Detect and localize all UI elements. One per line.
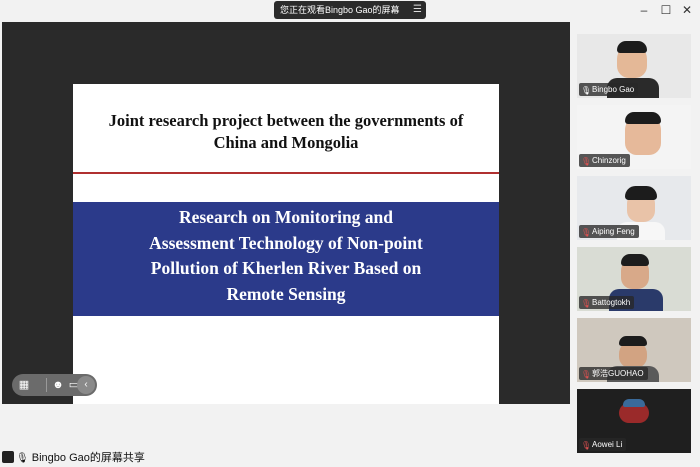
participant-tile[interactable]: 🎙Battogtokh (577, 247, 691, 311)
screen-share-icon (2, 451, 14, 463)
project-title-line-1: Research on Monitoring and (178, 207, 394, 227)
participant-video-hair (623, 399, 645, 407)
mic-muted-icon: 🎙 (581, 370, 592, 379)
screen-share-label: 🎙 Bingbo Gao的屏幕共享 (2, 450, 145, 466)
mic-icon: 🎙 (16, 453, 29, 464)
participant-name: Bingbo Gao (592, 85, 635, 94)
participant-tile[interactable]: 🎙Chinzorig (577, 105, 691, 169)
grid-layout-icon[interactable]: ▦ (16, 377, 32, 393)
participant-name-tag: 🎙Bingbo Gao (579, 83, 639, 96)
view-toolbar: ▦ ☻ ▭ ‹ (12, 374, 97, 396)
mic-muted-icon: 🎙 (581, 299, 592, 308)
participant-name-tag: 🎙Chinzorig (579, 154, 630, 167)
participant-video-hair (619, 336, 647, 346)
chevron-left-icon[interactable]: ‹ (77, 376, 95, 394)
participant-tile[interactable]: 🎙郭浩GUOHAO (577, 318, 691, 382)
emoji-icon[interactable]: ☻ (50, 377, 66, 393)
participant-name: Chinzorig (592, 156, 626, 165)
participant-name: Aowei Li (592, 440, 623, 449)
participant-video-hair (625, 112, 661, 124)
participant-name-tag: 🎙郭浩GUOHAO (579, 367, 648, 380)
mic-on-icon: 🎙 (581, 86, 592, 95)
project-title: Research on Monitoring and Assessment Te… (73, 205, 499, 307)
share-notice-text: 您正在观看Bingbo Gao的屏幕 (280, 5, 400, 15)
slide-title-line-2: China and Mongolia (213, 133, 359, 152)
project-title-line-4: Remote Sensing (226, 283, 346, 304)
project-title-line-2: Assessment Technology of Non-point (149, 232, 423, 253)
screen-share-notice[interactable]: 您正在观看Bingbo Gao的屏幕 ☰ (274, 1, 426, 19)
title-divider (73, 172, 499, 174)
participant-video-hair (625, 186, 657, 200)
close-icon[interactable]: ✕ (679, 3, 695, 17)
maximize-icon[interactable]: ☐ (658, 3, 674, 17)
participant-tile[interactable]: 🎙Aiping Feng (577, 176, 691, 240)
mic-muted-icon: 🎙 (581, 157, 592, 166)
participant-name-tag: 🎙Aowei Li (579, 438, 627, 451)
shared-screen-area[interactable]: Joint research project between the gover… (2, 22, 570, 404)
list-menu-icon[interactable]: ☰ (413, 1, 422, 19)
meeting-window: 您正在观看Bingbo Gao的屏幕 ☰ – ☐ ✕ Joint researc… (0, 0, 700, 467)
participant-name-tag: 🎙Aiping Feng (579, 225, 639, 238)
participant-gallery: 🎙Bingbo Gao 🎙Chinzorig 🎙Aiping Feng 🎙Bat… (572, 22, 700, 467)
slide-title: Joint research project between the gover… (73, 110, 499, 154)
participant-tile[interactable]: 🎙Aowei Li (577, 389, 691, 453)
mic-muted-icon: 🎙 (581, 228, 592, 237)
minimize-icon[interactable]: – (636, 3, 652, 17)
participant-video-hair (621, 254, 649, 266)
screen-share-label-text: Bingbo Gao的屏幕共享 (31, 452, 145, 464)
participant-name-tag: 🎙Battogtokh (579, 296, 635, 309)
participant-name: Battogtokh (592, 298, 631, 307)
participant-name: Aiping Feng (592, 227, 635, 236)
toolbar-divider (46, 378, 47, 392)
mic-muted-icon: 🎙 (581, 441, 592, 450)
slide-title-line-1: Joint research project between the gover… (108, 111, 464, 130)
participant-name: 郭浩GUOHAO (592, 369, 644, 378)
participant-tile[interactable]: 🎙Bingbo Gao (577, 34, 691, 98)
participant-video-hair (617, 41, 647, 53)
presentation-slide: Joint research project between the gover… (73, 84, 499, 404)
title-bar: 您正在观看Bingbo Gao的屏幕 ☰ – ☐ ✕ (0, 0, 700, 22)
project-title-line-3: Pollution of Kherlen River Based on (150, 258, 422, 278)
